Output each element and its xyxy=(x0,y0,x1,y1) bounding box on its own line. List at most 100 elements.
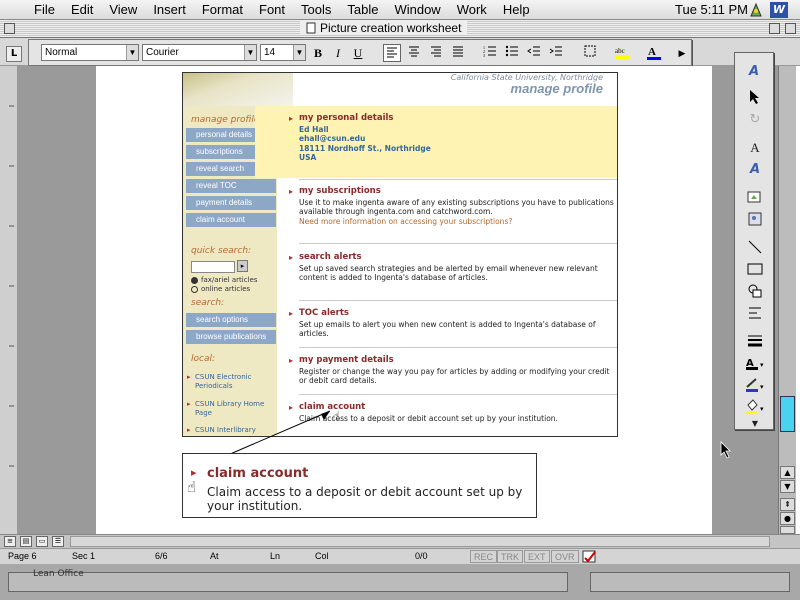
outline-view-button[interactable]: ☰ xyxy=(52,536,64,547)
previous-page-button[interactable]: ⇞ xyxy=(780,498,795,511)
menu-table[interactable]: Table xyxy=(339,2,386,17)
quick-search-input[interactable] xyxy=(191,261,235,273)
normal-view-button[interactable]: ≡ xyxy=(4,536,16,547)
insert-wordart-button[interactable]: A xyxy=(745,61,765,79)
tab-stop-selector[interactable]: L xyxy=(6,46,22,62)
style-value: Normal xyxy=(45,47,78,58)
menu-clock[interactable]: Tue 5:11 PM xyxy=(675,2,748,17)
italic-button[interactable]: I xyxy=(329,44,347,62)
embedded-screenshot[interactable]: California State University, Northridge … xyxy=(182,72,618,437)
window-collapse-box[interactable] xyxy=(785,23,796,34)
autoshapes-button[interactable] xyxy=(745,283,765,301)
page-layout-button[interactable]: ▭ xyxy=(36,536,48,547)
line-style-button[interactable] xyxy=(745,333,765,351)
claim-account-title[interactable]: claim account xyxy=(299,402,617,413)
ext-indicator[interactable]: EXT xyxy=(524,550,550,563)
size-dropdown[interactable]: 14 ▼ xyxy=(260,44,306,61)
nav-payment-details[interactable]: payment details xyxy=(186,196,276,210)
menu-work[interactable]: Work xyxy=(449,2,495,17)
menu-edit[interactable]: Edit xyxy=(63,2,101,17)
search-alerts-title[interactable]: search alerts xyxy=(299,252,617,263)
align-center-button[interactable] xyxy=(405,44,423,62)
section-subscriptions: ▸ my subscriptions Use it to make ingent… xyxy=(289,186,617,227)
local-link-library[interactable]: CSUN Library Home Page xyxy=(187,400,267,418)
application-switcher-icon[interactable] xyxy=(748,2,764,18)
window-title-bar[interactable]: Picture creation worksheet xyxy=(0,20,800,38)
next-page-button[interactable] xyxy=(780,526,795,534)
align-left-button[interactable] xyxy=(383,44,401,62)
quick-search-go-button[interactable]: ▸ xyxy=(237,260,248,272)
toolbar-more-down[interactable]: ▼ xyxy=(745,415,765,433)
menu-font[interactable]: Font xyxy=(251,2,293,17)
font-color-button[interactable]: A xyxy=(645,44,663,62)
horizontal-scrollbar[interactable] xyxy=(70,536,770,547)
subscriptions-title[interactable]: my subscriptions xyxy=(299,186,617,197)
radio-fax-ariel[interactable]: fax/ariel articles xyxy=(191,276,257,285)
borders-button[interactable] xyxy=(581,44,599,62)
bold-button[interactable]: B xyxy=(309,44,327,62)
select-objects-button[interactable] xyxy=(745,89,765,107)
menu-insert[interactable]: Insert xyxy=(145,2,194,17)
control-strip[interactable] xyxy=(590,572,790,592)
window-zoom-box[interactable] xyxy=(769,23,780,34)
justify-button[interactable] xyxy=(449,44,467,62)
select-browse-object-button[interactable]: ● xyxy=(780,512,795,525)
local-link-interlibrary[interactable]: CSUN Interlibrary xyxy=(187,426,267,435)
rec-indicator[interactable]: REC xyxy=(470,550,498,563)
rectangle-tool-button[interactable] xyxy=(745,261,765,279)
nav-browse-publications[interactable]: browse publications xyxy=(186,330,276,344)
zoom-callout[interactable]: ▸ claim account Claim access to a deposi… xyxy=(182,453,537,518)
line-color-button[interactable]: ▾ xyxy=(745,377,765,395)
font-dropdown[interactable]: Courier ▼ xyxy=(142,44,257,61)
highlight-button[interactable]: abc xyxy=(613,44,631,62)
insert-picture-button[interactable] xyxy=(745,211,765,229)
scroll-up-arrow[interactable]: ▲ xyxy=(780,466,795,479)
ovr-indicator[interactable]: OVR xyxy=(551,550,579,563)
local-link-periodicals[interactable]: CSUN Electronic Periodicals xyxy=(187,373,267,391)
online-layout-button[interactable]: ▤ xyxy=(20,536,32,547)
text-box-button[interactable]: A xyxy=(745,139,765,157)
line-icon xyxy=(748,240,762,254)
bullets-button[interactable] xyxy=(503,44,521,62)
subscriptions-help-link[interactable]: Need more information on accessing your … xyxy=(299,217,617,227)
menu-view[interactable]: View xyxy=(101,2,145,17)
toc-alerts-title[interactable]: TOC alerts xyxy=(299,308,617,319)
personal-email: ehall@csun.edu xyxy=(299,134,366,143)
style-dropdown[interactable]: Normal ▼ xyxy=(41,44,139,61)
menu-help[interactable]: Help xyxy=(495,2,538,17)
radio-online-articles[interactable]: online articles xyxy=(191,285,250,294)
menu-file[interactable]: File xyxy=(26,2,63,17)
toolbar-more-arrow[interactable]: ▶ xyxy=(673,44,691,62)
status-page: Page 6 xyxy=(8,551,37,561)
vertical-scrollbar[interactable]: ▲ ▼ ⇞ ● xyxy=(778,66,796,534)
scroll-down-arrow[interactable]: ▼ xyxy=(780,480,795,493)
personal-details-title[interactable]: my personal details xyxy=(299,113,617,124)
trk-indicator[interactable]: TRK xyxy=(497,550,523,563)
application-launcher[interactable]: Lean Office xyxy=(8,569,568,592)
callout-body: Claim access to a deposit or debit accou… xyxy=(207,485,523,513)
wordart-gallery-button[interactable]: A xyxy=(745,161,765,179)
decrease-indent-button[interactable] xyxy=(525,44,543,62)
nav-claim-account[interactable]: claim account xyxy=(186,213,276,227)
bullet-arrow-icon: ▸ xyxy=(289,114,294,123)
line-tool-button[interactable] xyxy=(745,239,765,257)
payment-details-title[interactable]: my payment details xyxy=(299,355,617,366)
menu-tools[interactable]: Tools xyxy=(293,2,339,17)
increase-indent-button[interactable] xyxy=(547,44,565,62)
scroll-thumb[interactable] xyxy=(780,396,795,432)
align-right-button[interactable] xyxy=(427,44,445,62)
nav-search-options[interactable]: search options xyxy=(186,313,276,327)
word-app-icon[interactable]: W xyxy=(770,2,788,18)
spelling-status-icon[interactable] xyxy=(582,550,598,565)
underline-button[interactable]: U xyxy=(349,44,367,62)
nav-reveal-toc[interactable]: reveal TOC xyxy=(186,179,276,193)
menu-format[interactable]: Format xyxy=(194,2,251,17)
align-distribute-button[interactable] xyxy=(745,305,765,323)
window-close-box[interactable] xyxy=(4,23,15,34)
free-rotate-button[interactable]: ↻ xyxy=(745,111,765,129)
align-right-icon xyxy=(431,46,441,57)
numbering-button[interactable]: 123 xyxy=(481,44,499,62)
font-color-draw-button[interactable]: A ▾ xyxy=(745,355,765,373)
insert-clipart-button[interactable] xyxy=(745,189,765,207)
menu-window[interactable]: Window xyxy=(386,2,448,17)
